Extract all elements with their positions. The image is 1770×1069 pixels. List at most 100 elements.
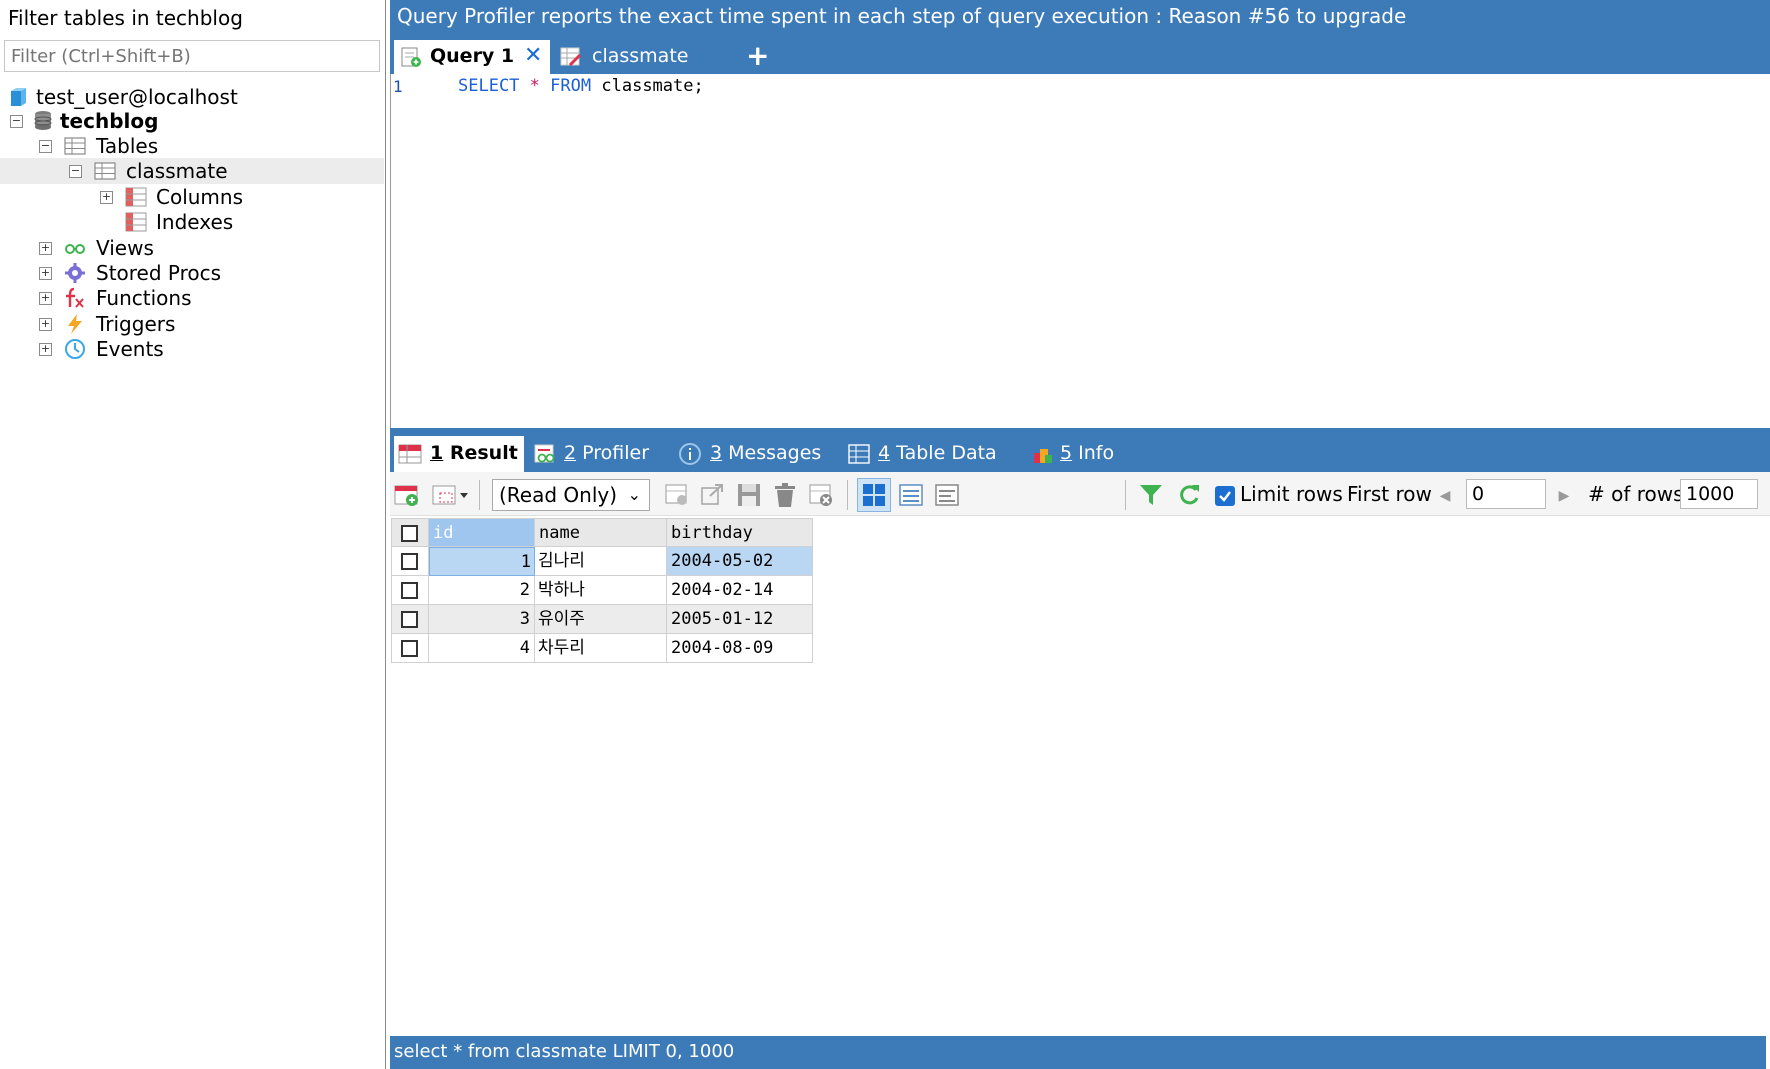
- add-row-icon[interactable]: [394, 482, 420, 508]
- triggers-label: Triggers: [96, 312, 176, 336]
- select-all-checkbox[interactable]: [401, 525, 418, 542]
- cell-id[interactable]: 2: [429, 576, 535, 605]
- function-fx-icon: [66, 287, 84, 308]
- tables-label: Tables: [96, 134, 159, 158]
- first-row-label: First row: [1347, 482, 1432, 506]
- cell-birthday[interactable]: 2004-08-09: [667, 634, 813, 663]
- row-select-cell[interactable]: [391, 576, 429, 605]
- limit-rows-checkbox[interactable]: [1215, 486, 1235, 506]
- status-bar: select * from classmate LIMIT 0, 1000: [390, 1036, 1766, 1069]
- tree-item-table-classmate[interactable]: − classmate: [0, 158, 384, 184]
- functions-label: Functions: [96, 286, 192, 310]
- server-icon: [11, 88, 26, 106]
- lightning-icon: [68, 314, 82, 334]
- info-circle-icon: [679, 443, 701, 465]
- grid-view-icon: [863, 484, 885, 506]
- close-tab-icon[interactable]: ✕: [524, 40, 542, 72]
- tab-result[interactable]: 1 Result: [394, 436, 524, 472]
- export-icon[interactable]: [700, 482, 726, 508]
- row-checkbox[interactable]: [401, 640, 418, 657]
- tab-info-number: 5: [1060, 442, 1073, 464]
- sql-editor[interactable]: [390, 74, 1766, 428]
- table-edit-icon: [560, 47, 582, 67]
- collapse-icon[interactable]: −: [39, 140, 52, 153]
- tab-messages-number: 3: [710, 442, 723, 464]
- line-number: 1: [393, 77, 403, 96]
- cell-birthday[interactable]: 2004-02-14: [667, 576, 813, 605]
- events-label: Events: [96, 337, 164, 361]
- row-checkbox[interactable]: [401, 582, 418, 599]
- form-view-icon[interactable]: [898, 482, 924, 508]
- tab-query-1[interactable]: Query 1 ✕: [394, 40, 550, 74]
- column-header-id[interactable]: id: [429, 518, 535, 547]
- cell-id[interactable]: 1: [429, 547, 535, 576]
- row-select-cell[interactable]: [391, 634, 429, 663]
- upgrade-promo-banner[interactable]: Query Profiler reports the exact time sp…: [397, 4, 1406, 28]
- cell-id[interactable]: 4: [429, 634, 535, 663]
- table-data-icon: [848, 444, 870, 464]
- row-select-cell[interactable]: [391, 547, 429, 576]
- result-mode-select[interactable]: (Read Only) ⌄: [492, 479, 650, 511]
- columns-label: Columns: [156, 185, 244, 209]
- toolbar-divider: [1125, 480, 1126, 510]
- query-file-icon: [401, 47, 421, 67]
- row-checkbox[interactable]: [401, 611, 418, 628]
- profiler-icon: [534, 444, 555, 463]
- first-row-input[interactable]: 0: [1466, 479, 1546, 509]
- expand-icon[interactable]: +: [39, 242, 52, 255]
- select-all-cell[interactable]: [391, 518, 429, 547]
- column-header-birthday[interactable]: birthday: [667, 518, 813, 547]
- expand-icon[interactable]: +: [100, 191, 113, 204]
- limit-rows-label: Limit rows: [1240, 482, 1343, 506]
- expand-icon[interactable]: +: [39, 318, 52, 331]
- filter-label: Filter tables in techblog: [8, 6, 243, 30]
- tables-folder-icon: [64, 137, 86, 155]
- table-filter-input[interactable]: [4, 40, 380, 72]
- expand-icon[interactable]: +: [39, 292, 52, 305]
- grid-view-button[interactable]: [857, 478, 891, 512]
- filter-funnel-icon[interactable]: [1138, 482, 1164, 508]
- save-icon[interactable]: [736, 482, 762, 508]
- indexes-icon: [125, 212, 147, 232]
- sql-query-text[interactable]: SELECT * FROM classmate;: [458, 76, 704, 96]
- tab-classmate-label: classmate: [592, 45, 689, 67]
- toolbar-divider: [479, 480, 480, 510]
- cell-name[interactable]: 차두리: [535, 634, 667, 663]
- gear-icon: [65, 263, 85, 283]
- cell-name[interactable]: 박하나: [535, 576, 667, 605]
- num-rows-input[interactable]: 1000: [1680, 479, 1758, 509]
- sql-keyword-from: FROM: [550, 76, 592, 96]
- cancel-changes-icon[interactable]: [808, 482, 834, 508]
- column-header-name[interactable]: name: [535, 518, 667, 547]
- tab-table-data-number: 4: [878, 442, 891, 464]
- cell-name[interactable]: 유이주: [535, 605, 667, 634]
- sql-table-name: classmate;: [601, 76, 704, 96]
- cell-id[interactable]: 3: [429, 605, 535, 634]
- tab-result-label: Result: [449, 442, 518, 464]
- tab-table-data-label: Table Data: [896, 442, 997, 464]
- expand-icon[interactable]: +: [39, 267, 52, 280]
- text-view-icon[interactable]: [934, 482, 960, 508]
- cell-birthday[interactable]: 2005-01-12: [667, 605, 813, 634]
- prev-page-arrow-icon[interactable]: ◀: [1435, 484, 1455, 508]
- cell-birthday[interactable]: 2004-05-02: [667, 547, 813, 576]
- expand-icon[interactable]: +: [39, 343, 52, 356]
- cell-name[interactable]: 김나리: [535, 547, 667, 576]
- chevron-down-icon: ⌄: [627, 485, 641, 504]
- tab-info-label: Info: [1078, 442, 1115, 464]
- next-page-arrow-icon[interactable]: ▶: [1554, 484, 1574, 508]
- database-label: techblog: [60, 109, 159, 133]
- collapse-icon[interactable]: −: [10, 115, 23, 128]
- indexes-label: Indexes: [156, 210, 234, 234]
- row-select-cell[interactable]: [391, 605, 429, 634]
- tab-profiler-label: Profiler: [582, 442, 650, 464]
- clock-icon: [65, 339, 85, 359]
- delete-trash-icon[interactable]: [772, 482, 798, 508]
- duplicate-row-dropdown-icon[interactable]: [432, 482, 472, 508]
- tab-classmate[interactable]: classmate: [556, 40, 716, 74]
- refresh-icon[interactable]: [1176, 482, 1202, 508]
- row-checkbox[interactable]: [401, 553, 418, 570]
- new-tab-plus-icon[interactable]: +: [746, 40, 769, 72]
- insert-row-icon[interactable]: [664, 482, 690, 508]
- collapse-icon[interactable]: −: [69, 165, 82, 178]
